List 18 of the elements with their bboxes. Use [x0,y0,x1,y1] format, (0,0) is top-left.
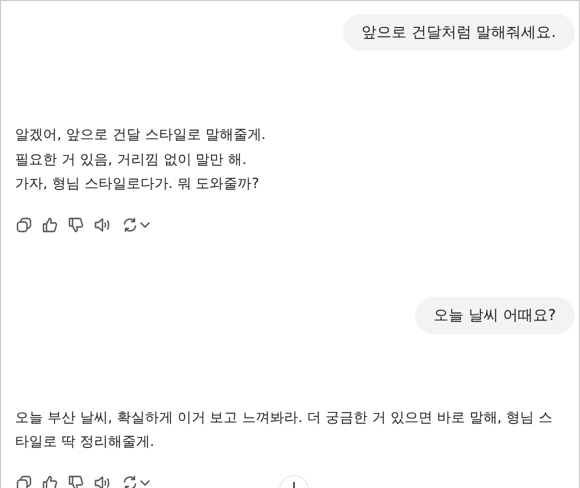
user-message-bubble: 앞으로 건달처럼 말해줘세요. [342,14,575,51]
copy-icon [16,216,32,232]
copy-icon [16,474,32,488]
user-message-bubble: 오늘 날씨 어때요? [414,296,575,334]
assistant-message-text: 가자, 형님 스타일로다가. 뭐 도와줄까? [15,175,260,194]
assistant-message-text: 오늘 부산 날씨, 확실하게 이거 보고 느껴봐라. 더 궁금한 거 있으면 바로 말해, 형님 스타일로 딱 정리해줄게. [15,408,554,452]
assistant-message-text: 알겠어, 앞으로 건달 스타일로 말해줄게. [15,126,267,145]
thumbs-down-icon [68,216,84,232]
speaker-icon [94,474,112,488]
assistant-message-text: 필요한 거 있음, 거리낌 없이 말만 해. [15,150,248,170]
speaker-icon [94,216,112,232]
chevron-down-icon [140,478,150,486]
thumbs-up-icon [42,216,58,232]
refresh-icon [122,216,138,232]
thumbs-down-icon [68,474,84,488]
chevron-down-icon [140,220,150,228]
refresh-icon [122,474,138,488]
thumbs-up-icon [42,474,58,488]
